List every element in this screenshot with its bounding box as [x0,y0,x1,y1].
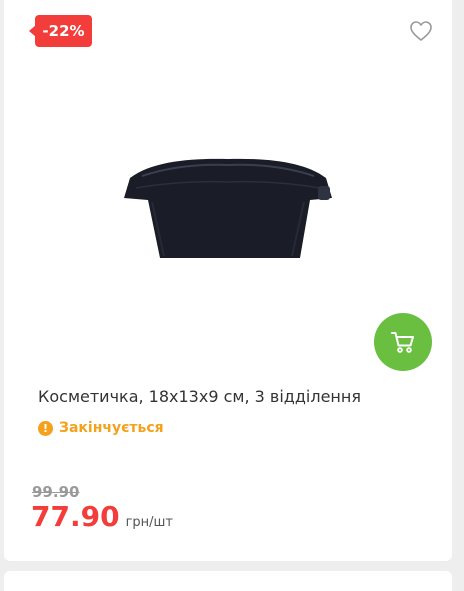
product-title[interactable]: Косметичка, 18х13х9 см, 3 відділення [38,387,361,406]
product-card: -22% Косметичка, 18х13х9 см, 3 відділенн… [4,0,452,561]
shopping-cart-icon [391,332,414,353]
current-price: 77.90 [31,500,120,533]
next-product-card [4,571,452,591]
old-price: 99.90 [32,483,80,501]
add-to-cart-button[interactable] [374,313,432,371]
price-row: 77.90 грн/шт [31,500,173,533]
product-image[interactable] [112,158,344,262]
discount-badge: -22% [29,15,92,47]
stock-status-text: Закінчується [59,420,164,436]
price-unit: грн/шт [125,515,174,530]
stock-status: ! Закінчується [38,420,164,436]
favorite-heart-icon[interactable] [409,20,433,42]
warning-circle-icon: ! [38,420,53,436]
